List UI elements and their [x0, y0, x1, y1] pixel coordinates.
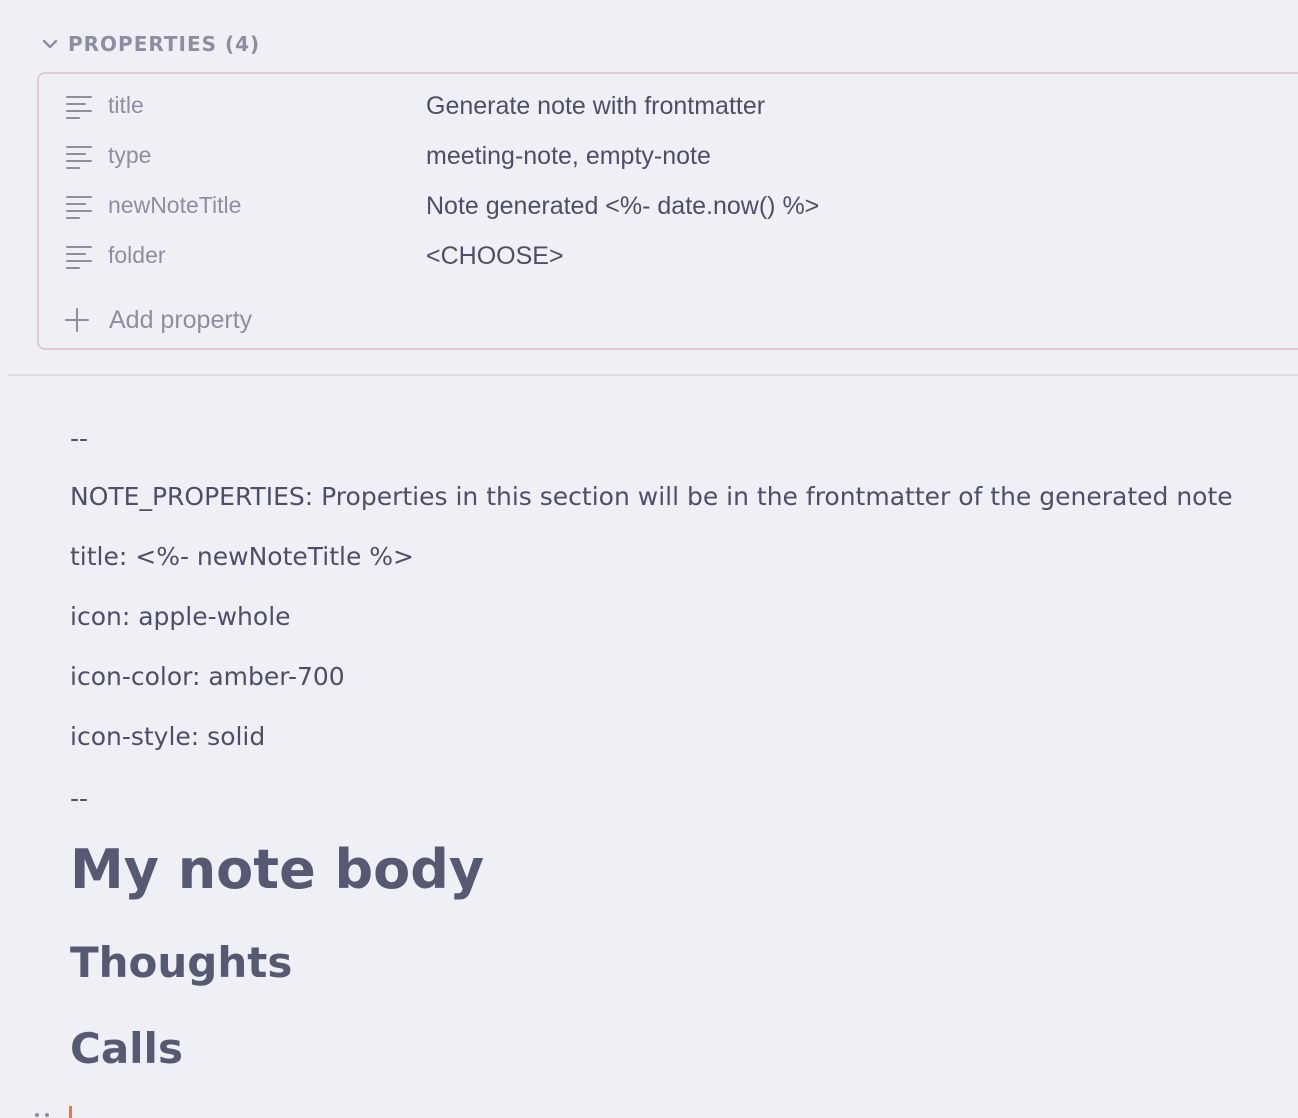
- note-line[interactable]: icon: apple-whole: [70, 602, 291, 631]
- properties-divider: [8, 374, 1298, 376]
- property-row-title: title Generate note with frontmatter: [39, 86, 1298, 126]
- property-key[interactable]: newNoteTitle: [108, 192, 241, 219]
- properties-header-label: PROPERTIES (4): [68, 32, 261, 56]
- text-lines-icon[interactable]: [65, 94, 93, 120]
- add-property-button[interactable]: Add property: [63, 300, 252, 340]
- drag-handle-icon[interactable]: [34, 1110, 50, 1118]
- text-lines-icon[interactable]: [65, 244, 93, 270]
- text-lines-icon[interactable]: [65, 144, 93, 170]
- property-key[interactable]: title: [108, 92, 144, 119]
- text-cursor: [69, 1106, 72, 1118]
- property-row-folder: folder <CHOOSE>: [39, 236, 1298, 276]
- property-key[interactable]: type: [108, 142, 151, 169]
- note-line[interactable]: --: [70, 784, 88, 813]
- note-line[interactable]: title: <%- newNoteTitle %>: [70, 542, 414, 571]
- properties-header[interactable]: PROPERTIES (4): [40, 28, 260, 60]
- property-value[interactable]: Generate note with frontmatter: [426, 92, 765, 121]
- heading-2[interactable]: Calls: [70, 1024, 183, 1073]
- property-value[interactable]: <CHOOSE>: [426, 242, 564, 271]
- text-lines-icon[interactable]: [65, 194, 93, 220]
- note-line[interactable]: NOTE_PROPERTIES: Properties in this sect…: [70, 482, 1233, 511]
- note-line[interactable]: icon-color: amber-700: [70, 662, 345, 691]
- add-property-label: Add property: [109, 305, 253, 334]
- plus-icon: [65, 308, 89, 332]
- chevron-down-icon: [42, 39, 58, 49]
- note-line[interactable]: icon-style: solid: [70, 722, 265, 751]
- properties-panel: title Generate note with frontmatter typ…: [37, 72, 1298, 350]
- property-key[interactable]: folder: [108, 242, 166, 269]
- property-value[interactable]: Note generated <%- date.now() %>: [426, 192, 819, 221]
- property-row-newnotetitle: newNoteTitle Note generated <%- date.now…: [39, 186, 1298, 226]
- property-value[interactable]: meeting-note, empty-note: [426, 142, 711, 171]
- heading-2[interactable]: Thoughts: [70, 938, 292, 987]
- note-line[interactable]: --: [70, 424, 88, 453]
- property-row-type: type meeting-note, empty-note: [39, 136, 1298, 176]
- heading-1[interactable]: My note body: [70, 838, 484, 901]
